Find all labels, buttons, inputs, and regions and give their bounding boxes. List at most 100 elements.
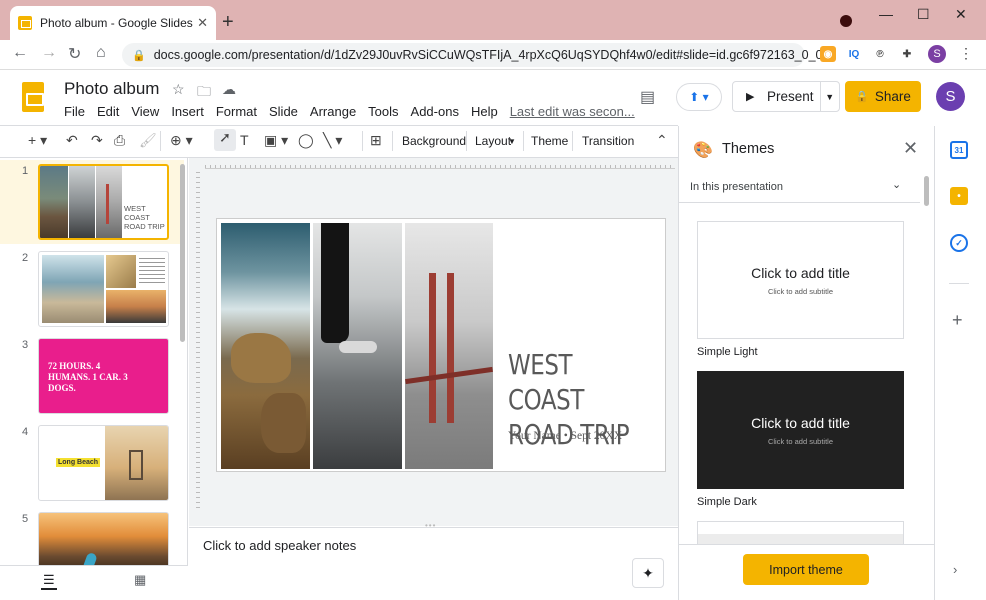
layout-button[interactable]: Layout [475,134,511,148]
waves-rocks-photo[interactable] [221,223,310,469]
menu-insert[interactable]: Insert [171,104,204,119]
menu-view[interactable]: View [131,104,159,119]
hiker-photo[interactable] [313,223,402,469]
browser-menu-icon[interactable]: ⋮ [959,45,973,62]
present-button[interactable]: ▶ Present ▼ [732,81,840,112]
transition-button[interactable]: Transition [582,134,634,148]
theme-button[interactable]: Theme [531,134,568,148]
back-icon[interactable]: ← [12,44,28,62]
menu-tools[interactable]: Tools [368,104,398,119]
grid-view-icon[interactable]: ▦ [134,572,146,588]
chevron-right-icon[interactable]: › [953,562,957,577]
print-icon[interactable]: ⎙ [114,132,125,149]
speaker-notes[interactable]: Click to add speaker notes [189,527,678,600]
star-icon[interactable]: ☆ [172,81,185,98]
document-title[interactable]: Photo album [64,79,159,99]
slide-subtitle[interactable]: Your Name • Sept 20XX [508,430,622,442]
filmstrip-scrollbar[interactable] [180,164,185,342]
slide-title-line-1: WEST COAST [508,348,584,416]
thumb-photo [96,166,122,238]
move-folder-icon[interactable]: 🗀 [197,81,211,105]
menu-edit[interactable]: Edit [97,104,119,119]
slides-logo-icon[interactable] [22,82,44,112]
home-icon[interactable]: ⌂ [96,44,106,62]
divider [679,544,934,545]
slide-number: 3 [22,339,29,351]
import-theme-button[interactable]: Import theme [743,554,869,585]
explore-button[interactable]: ✦ [632,558,664,588]
menu-file[interactable]: File [64,104,85,119]
collapse-toolbar-icon[interactable]: ⌃ [656,132,668,149]
slide-thumbnail-4[interactable]: Long Beach [38,425,169,501]
maximize-icon[interactable]: ☐ [917,6,930,23]
url-bar[interactable]: 🔒 docs.google.com/presentation/d/1dZv29J… [122,43,835,67]
undo-icon[interactable]: ↶ [66,132,78,149]
divider [679,202,920,203]
image-icon[interactable]: ▣ ▾ [264,132,288,149]
thumb-photo [42,255,104,323]
account-avatar[interactable]: S [936,82,965,111]
comments-icon[interactable]: ▤ [640,87,655,107]
background-button[interactable]: Background [402,134,466,148]
divider [949,283,969,284]
themes-section-dropdown[interactable]: In this presentation [690,181,783,193]
slide-number: 4 [22,426,29,438]
new-slide-icon[interactable]: + ▾ [28,132,47,149]
menu-addons[interactable]: Add-ons [411,104,459,119]
reload-icon[interactable]: ↻ [68,44,81,64]
minimize-icon[interactable]: — [879,6,893,22]
redo-icon[interactable]: ↷ [91,132,103,149]
close-themes-icon[interactable]: ✕ [903,138,918,159]
menu-format[interactable]: Format [216,104,257,119]
new-tab-icon[interactable]: + [222,12,234,32]
theme-card-partial[interactable] [697,521,904,544]
meet-present-button[interactable]: ⬆ ▾ [676,83,722,111]
forward-icon[interactable]: → [41,44,57,62]
extensions-puzzle-icon[interactable]: ✚ [899,46,915,62]
calendar-icon[interactable]: 31 [950,141,968,159]
present-icon: ▶ [746,91,755,103]
slide-thumbnail-5[interactable] [38,512,169,572]
add-addon-icon[interactable]: + [952,310,963,331]
line-icon[interactable]: ╲ ▾ [323,132,342,149]
menu-arrange[interactable]: Arrange [310,104,356,119]
slide-canvas[interactable]: WEST COAST ROAD TRIP Your Name • Sept 20… [216,218,666,472]
browser-tab[interactable]: Photo album - Google Slides ✕ [10,6,216,40]
share-label: Share [874,89,911,104]
url-text: docs.google.com/presentation/d/1dZv29J0u… [153,48,823,62]
shape-icon[interactable]: ◯ [298,132,314,149]
slide-thumbnail-3[interactable]: 72 HOURS. 4 HUMANS. 1 CAR. 3 DOGS. [38,338,169,414]
theme-card-simple-dark[interactable]: Click to add title Click to add subtitle [697,371,904,489]
text-box-icon[interactable]: T [240,132,249,148]
menu-help[interactable]: Help [471,104,498,119]
theme-card-simple-light[interactable]: Click to add title Click to add subtitle [697,221,904,339]
layout-dropdown-icon[interactable]: ▼ [508,137,516,146]
record-icon[interactable] [840,15,852,27]
select-tool-icon[interactable]: ➚ [214,129,236,151]
present-dropdown-icon[interactable]: ▼ [819,82,839,111]
filmstrip-view-icon[interactable]: ☰ [41,572,57,590]
themes-scrollbar[interactable] [924,176,929,206]
paint-format-icon[interactable]: 🖌 [139,132,157,149]
iq-extension-icon[interactable]: IQ [846,46,862,62]
slide-thumbnail-1[interactable]: WEST COAST ROAD TRIP [38,164,169,240]
keep-icon[interactable]: • [950,187,968,205]
filmstrip-footer [0,565,188,600]
tasks-icon[interactable]: ✓ [950,234,968,252]
rock-shape [261,393,306,453]
add-comment-icon[interactable]: ⊞ [370,132,382,149]
extension-icon[interactable]: ◉ [820,46,836,62]
share-button[interactable]: 🔒 Share [845,81,921,112]
slide-thumbnail-2[interactable] [38,251,169,327]
golden-gate-photo[interactable] [405,223,493,469]
close-tab-icon[interactable]: ✕ [197,15,208,31]
browser-profile-avatar[interactable]: S [928,45,946,63]
window-close-icon[interactable]: ✕ [955,6,967,23]
menu-bar: File Edit View Insert Format Slide Arran… [64,104,647,119]
menu-slide[interactable]: Slide [269,104,298,119]
zoom-icon[interactable]: ⊕ ▾ [170,132,193,149]
chevron-down-icon[interactable]: ⌄ [892,178,901,191]
pinterest-icon[interactable]: ℗ [872,46,888,62]
thumb-photo [69,166,95,238]
last-edit-link[interactable]: Last edit was secon... [510,104,635,119]
